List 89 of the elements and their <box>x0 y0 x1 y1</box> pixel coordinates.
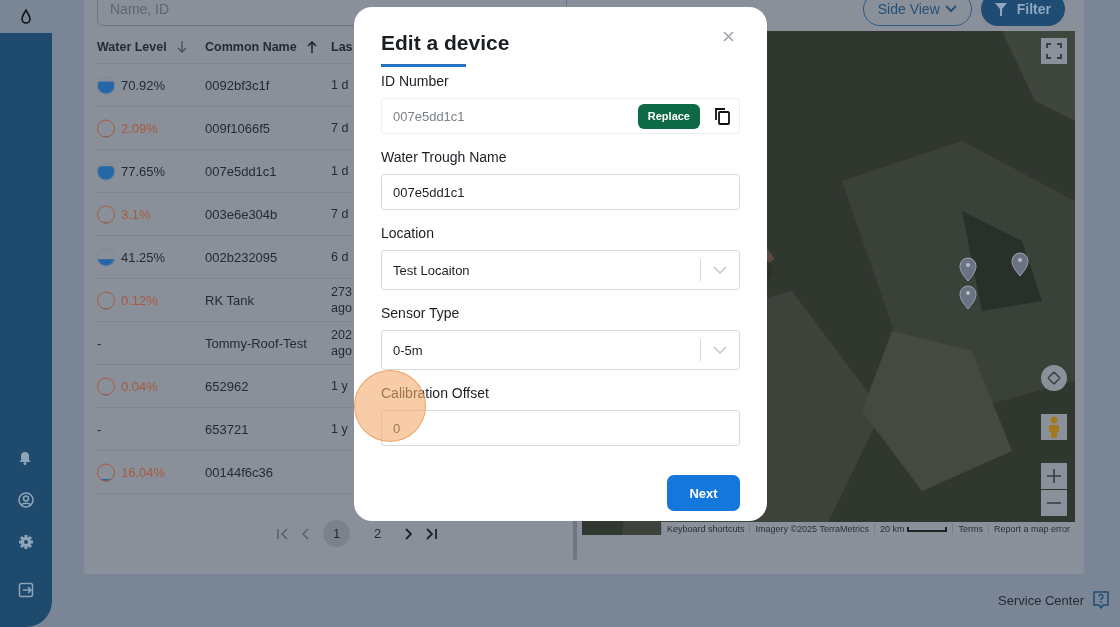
water-level-cell: 70.92% <box>121 77 166 93</box>
field-label: ID Number <box>381 73 450 89</box>
zoom-in-button[interactable] <box>1041 463 1067 489</box>
name-cell: 002b232095 <box>205 249 278 265</box>
field-label: Calibration Offset <box>381 385 490 401</box>
water-level-cell: - <box>97 421 102 437</box>
fullscreen-button[interactable] <box>1041 38 1067 64</box>
level-gauge-icon <box>97 462 115 482</box>
last-seen-cell: 202 ago <box>331 328 352 358</box>
close-button[interactable] <box>723 31 734 42</box>
water-level-cell: 77.65% <box>121 163 166 179</box>
input-field[interactable]: 007e5dd1c1 <box>381 174 740 210</box>
name-cell: 009f1066f5 <box>205 120 271 136</box>
last-page-icon[interactable] <box>426 527 437 540</box>
name-cell: 003e6e304b <box>205 206 278 222</box>
first-page-icon[interactable] <box>277 527 288 540</box>
field-label: Water Trough Name <box>381 149 508 165</box>
next-button[interactable]: Next <box>667 475 740 511</box>
input-field[interactable]: 0 <box>381 410 740 446</box>
field-label: Location <box>381 225 435 241</box>
map-pin-icon[interactable] <box>959 285 977 310</box>
replace-button[interactable]: Replace <box>637 103 700 129</box>
map-scale-label: 20 km <box>879 523 905 534</box>
name-cell: 0092bf3c1f <box>205 77 270 93</box>
filter-button[interactable]: Filter <box>980 0 1065 26</box>
filter-icon <box>994 2 1007 16</box>
fullscreen-icon <box>1046 43 1062 59</box>
id-field: 007e5dd1c1 <box>393 108 465 124</box>
column-header[interactable]: Las <box>331 40 353 54</box>
map-pin-icon[interactable] <box>1011 252 1029 277</box>
last-seen-cell: 273 ago <box>331 285 352 315</box>
last-seen-cell: 7 d <box>331 207 349 221</box>
map-attribution-link[interactable]: Imagery ©2025 TerraMetrics <box>749 523 874 534</box>
last-seen-cell: 7 d <box>331 121 349 135</box>
map-attribution-link[interactable]: Keyboard shortcuts <box>660 523 750 534</box>
service-center-link[interactable]: Service Center <box>998 593 1084 608</box>
copy-icon[interactable] <box>714 107 731 125</box>
select-field[interactable]: Test Locaiton <box>381 250 740 290</box>
person-icon <box>1048 416 1060 438</box>
previous-page-icon[interactable] <box>302 527 309 540</box>
water-level-cell: 0.04% <box>121 378 158 394</box>
chevron-icon <box>944 5 957 13</box>
name-cell: Tommy-Roof-Test <box>205 335 307 351</box>
level-gauge-icon <box>97 75 115 95</box>
name-cell: 653721 <box>205 421 249 437</box>
name-cell: 007e5dd1c1 <box>205 163 277 179</box>
map-attribution-link[interactable]: Report a map error <box>987 523 1075 534</box>
page-button[interactable]: 2 <box>364 520 391 547</box>
plus-icon <box>1047 469 1061 483</box>
last-seen-cell: 1 y <box>331 379 348 393</box>
drop-icon <box>20 9 32 24</box>
map-attribution-link[interactable]: Terms <box>952 523 988 534</box>
water-level-cell: 0.12% <box>121 292 158 308</box>
level-gauge-icon <box>97 290 115 310</box>
name-cell: RK Tank <box>205 292 254 308</box>
scale-bar-icon <box>907 525 948 532</box>
level-gauge-icon <box>97 376 115 396</box>
water-level-cell: - <box>97 335 102 351</box>
chevron-icon <box>713 346 727 354</box>
last-seen-cell: 1 d <box>331 164 349 178</box>
chevron-icon <box>713 266 727 274</box>
name-cell: 652962 <box>205 378 249 394</box>
dialog-title: Edit a device <box>381 31 510 55</box>
level-gauge-icon <box>97 118 115 138</box>
level-gauge-icon <box>97 204 115 224</box>
help-icon[interactable] <box>1092 591 1110 610</box>
last-seen-cell: 1 y <box>331 422 348 436</box>
level-gauge-icon <box>97 161 115 181</box>
water-level-cell: 2.09% <box>121 120 158 136</box>
next-page-icon[interactable] <box>405 527 412 540</box>
zoom-out-button[interactable] <box>1041 490 1067 516</box>
field-label: Sensor Type <box>381 305 461 321</box>
select-field[interactable]: 0-5m <box>381 330 740 370</box>
last-seen-cell: 6 d <box>331 250 349 264</box>
column-header[interactable]: Common Name <box>205 40 297 54</box>
water-level-cell: 16.04% <box>121 464 166 480</box>
name-cell: 00144f6c36 <box>205 464 273 480</box>
page-button[interactable]: 1 <box>323 520 350 547</box>
last-seen-cell: 1 d <box>331 78 349 92</box>
logout-icon[interactable] <box>18 582 34 598</box>
level-gauge-icon <box>97 247 115 267</box>
water-level-cell: 41.25% <box>121 249 166 265</box>
map-pin-icon[interactable] <box>959 257 977 282</box>
arrow-down-icon[interactable] <box>176 41 187 53</box>
settings-icon[interactable] <box>18 534 34 550</box>
column-header[interactable]: Water Level <box>97 40 167 54</box>
water-level-cell: 3.1% <box>121 206 151 222</box>
user-icon[interactable] <box>18 492 34 508</box>
arrow-up-icon[interactable] <box>306 41 317 53</box>
